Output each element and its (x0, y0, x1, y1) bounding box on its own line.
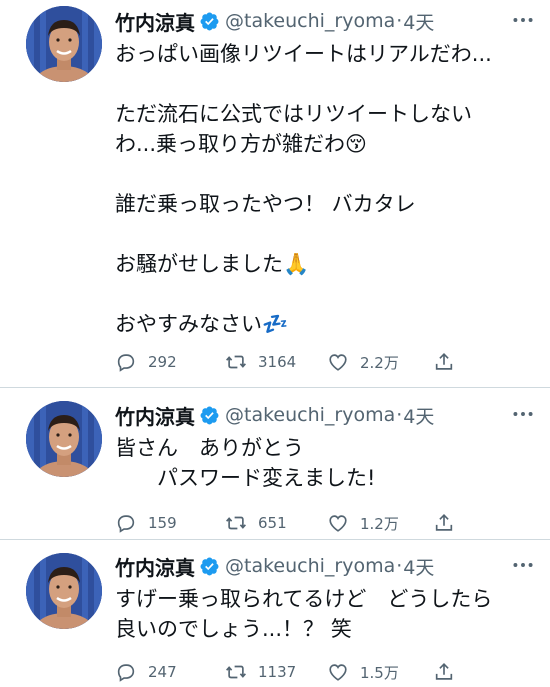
retweet-icon (226, 665, 246, 679)
tweet-text-line: おやすみなさい💤 (115, 312, 289, 336)
tweet-header: 竹内涼真 @takeuchi_ryoma · 4天 (115, 400, 536, 430)
tweet-text-line: 皆さん ありがとう (115, 436, 304, 460)
reply-icon (117, 515, 135, 533)
separator-dot: · (396, 555, 403, 577)
more-icon[interactable] (510, 401, 536, 427)
reply-icon (117, 664, 135, 682)
reply-button[interactable]: 159 (115, 512, 177, 534)
retweet-count: 651 (258, 514, 287, 532)
tweet-text: すげー乗っ取られてるけど どうしたら 良いのでしょう...！？ 笑 (115, 584, 536, 644)
tweet-text-line: おっぱい画像リツイートはリアルだわ... (115, 42, 492, 66)
handle[interactable]: @takeuchi_ryoma (225, 404, 395, 426)
tweet-text-line: ただ流石に公式ではリツイートしない (115, 102, 472, 126)
reply-count: 292 (148, 353, 177, 371)
retweet-icon (226, 355, 246, 369)
like-count: 1.5万 (360, 663, 399, 682)
tweet-text-line (115, 159, 536, 189)
tweet-text-line (115, 279, 536, 309)
timestamp[interactable]: 4天 (403, 8, 434, 35)
tweet-actions: 159 651 1.2万 (115, 512, 535, 538)
avatar[interactable] (26, 401, 102, 477)
timestamp[interactable]: 4天 (403, 402, 434, 429)
tweet-text-line (115, 219, 536, 249)
share-icon (435, 514, 453, 531)
retweet-button[interactable]: 3164 (225, 351, 296, 373)
verified-badge-icon (199, 556, 220, 577)
tweet-text-line: わ...乗っ取り方が雑だわ😚 (115, 132, 367, 156)
tweet-text: 皆さん ありがとう パスワード変えました! (115, 433, 536, 493)
display-name[interactable]: 竹内涼真 (115, 7, 195, 36)
tweet-text-line: すげー乗っ取られてるけど どうしたら (115, 587, 493, 611)
reply-button[interactable]: 292 (115, 351, 177, 373)
share-icon (435, 663, 453, 680)
reply-count: 159 (148, 514, 177, 532)
share-button[interactable] (433, 512, 455, 534)
reply-icon (117, 354, 135, 372)
tweet-text-line: お騒がせしました🙏 (115, 252, 310, 276)
reply-button[interactable]: 247 (115, 661, 177, 683)
tweet-text-line: 誰だ乗っ取ったやつ！ バカタレ (115, 192, 416, 216)
timestamp[interactable]: 4天 (403, 553, 434, 580)
more-icon[interactable] (510, 552, 536, 578)
tweet-text-line: 良いのでしょう...！？ 笑 (115, 617, 352, 641)
verified-badge-icon (199, 11, 220, 32)
tweet[interactable]: 竹内涼真 @takeuchi_ryoma · 4天 おっぱい画像リツイートはリア… (0, 0, 550, 388)
retweet-button[interactable]: 1137 (225, 661, 296, 683)
reply-count: 247 (148, 663, 177, 681)
like-count: 1.2万 (360, 514, 399, 533)
separator-dot: · (396, 404, 403, 426)
tweet-feed: 竹内涼真 @takeuchi_ryoma · 4天 おっぱい画像リツイートはリア… (0, 0, 550, 687)
retweet-icon (226, 516, 246, 530)
tweet-header: 竹内涼真 @takeuchi_ryoma · 4天 (115, 551, 536, 581)
handle[interactable]: @takeuchi_ryoma (225, 555, 395, 577)
display-name[interactable]: 竹内涼真 (115, 552, 195, 581)
retweet-count: 3164 (258, 353, 297, 371)
like-button[interactable]: 1.5万 (327, 661, 399, 683)
tweet-text-line: パスワード変えました! (115, 466, 376, 490)
share-button[interactable] (433, 661, 455, 683)
tweet-actions: 247 1137 1.5万 (115, 661, 535, 687)
share-button[interactable] (433, 351, 455, 373)
more-icon[interactable] (510, 7, 536, 33)
retweet-button[interactable]: 651 (225, 512, 287, 534)
display-name[interactable]: 竹内涼真 (115, 401, 195, 430)
verified-badge-icon (199, 405, 220, 426)
like-button[interactable]: 1.2万 (327, 512, 399, 534)
like-icon (329, 515, 347, 532)
tweet[interactable]: 竹内涼真 @takeuchi_ryoma · 4天 皆さん ありがとう パスワー… (0, 388, 550, 540)
avatar[interactable] (26, 6, 102, 82)
tweet-header: 竹内涼真 @takeuchi_ryoma · 4天 (115, 6, 536, 36)
like-icon (329, 664, 347, 681)
tweet-text-line (115, 69, 536, 99)
separator-dot: · (396, 10, 403, 32)
share-icon (435, 353, 453, 370)
like-button[interactable]: 2.2万 (327, 351, 399, 373)
tweet-actions: 292 3164 2.2万 (115, 351, 535, 377)
like-count: 2.2万 (360, 353, 399, 372)
handle[interactable]: @takeuchi_ryoma (225, 10, 395, 32)
like-icon (329, 354, 347, 371)
avatar[interactable] (26, 553, 102, 629)
retweet-count: 1137 (258, 663, 297, 681)
tweet[interactable]: 竹内涼真 @takeuchi_ryoma · 4天 すげー乗っ取られてるけど ど… (0, 540, 550, 687)
tweet-text: おっぱい画像リツイートはリアルだわ... ただ流石に公式ではリツイートしない わ… (115, 39, 536, 339)
